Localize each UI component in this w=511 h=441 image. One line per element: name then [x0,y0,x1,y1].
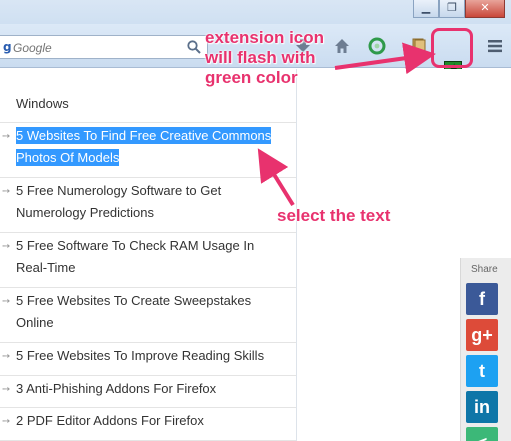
arrow-to-extension [334,42,436,75]
annotation-select: select the text [277,206,391,225]
browser-window: ▁ ❐ ✕ g Google Windows ➙ 5 Websites To F… [0,0,511,441]
annotation-extension: extension icon will flash with green col… [205,28,324,88]
annotation-line: extension icon [205,28,325,47]
annotation-line: green color [205,68,298,87]
annotation-line: will flash with [205,48,316,67]
arrow-to-selection [257,148,295,207]
